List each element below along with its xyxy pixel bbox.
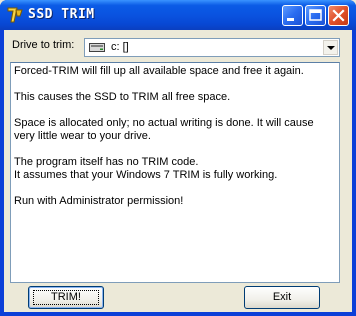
maximize-icon (309, 9, 322, 21)
drive-select[interactable]: c: [] (84, 38, 340, 57)
app-icon (7, 7, 23, 23)
close-icon (332, 9, 345, 22)
hard-drive-icon (89, 43, 105, 52)
drive-select-value: c: [] (111, 41, 129, 53)
info-line: Space is allocated only; no actual writi… (14, 117, 314, 142)
info-line: Run with Administrator permission! (14, 195, 184, 207)
close-button[interactable] (328, 5, 349, 26)
minimize-icon (287, 18, 294, 21)
info-textbox[interactable]: Forced-TRIM will fill up all available s… (10, 62, 340, 283)
client-area: Drive to trim: c: [] Forced-TRIM will fi… (4, 30, 352, 312)
info-line: It assumes that your Windows 7 TRIM is f… (14, 169, 278, 181)
info-line: The program itself has no TRIM code. (14, 156, 199, 168)
chevron-down-icon (327, 46, 335, 50)
window-title: SSD TRIM (28, 7, 95, 22)
trim-button-label: TRIM! (51, 291, 81, 303)
drive-label: Drive to trim: (12, 39, 75, 51)
trim-button[interactable]: TRIM! (28, 286, 104, 309)
exit-button[interactable]: Exit (244, 286, 320, 309)
info-line: This causes the SSD to TRIM all free spa… (14, 91, 231, 103)
minimize-button[interactable] (282, 5, 303, 26)
exit-button-label: Exit (272, 291, 292, 303)
info-line: Forced-TRIM will fill up all available s… (14, 65, 304, 77)
app-window: SSD TRIM Drive to trim: c: [] Forced-TRI… (0, 0, 356, 316)
dropdown-button[interactable] (323, 40, 338, 55)
maximize-button[interactable] (305, 5, 326, 26)
title-bar[interactable]: SSD TRIM (0, 0, 356, 30)
